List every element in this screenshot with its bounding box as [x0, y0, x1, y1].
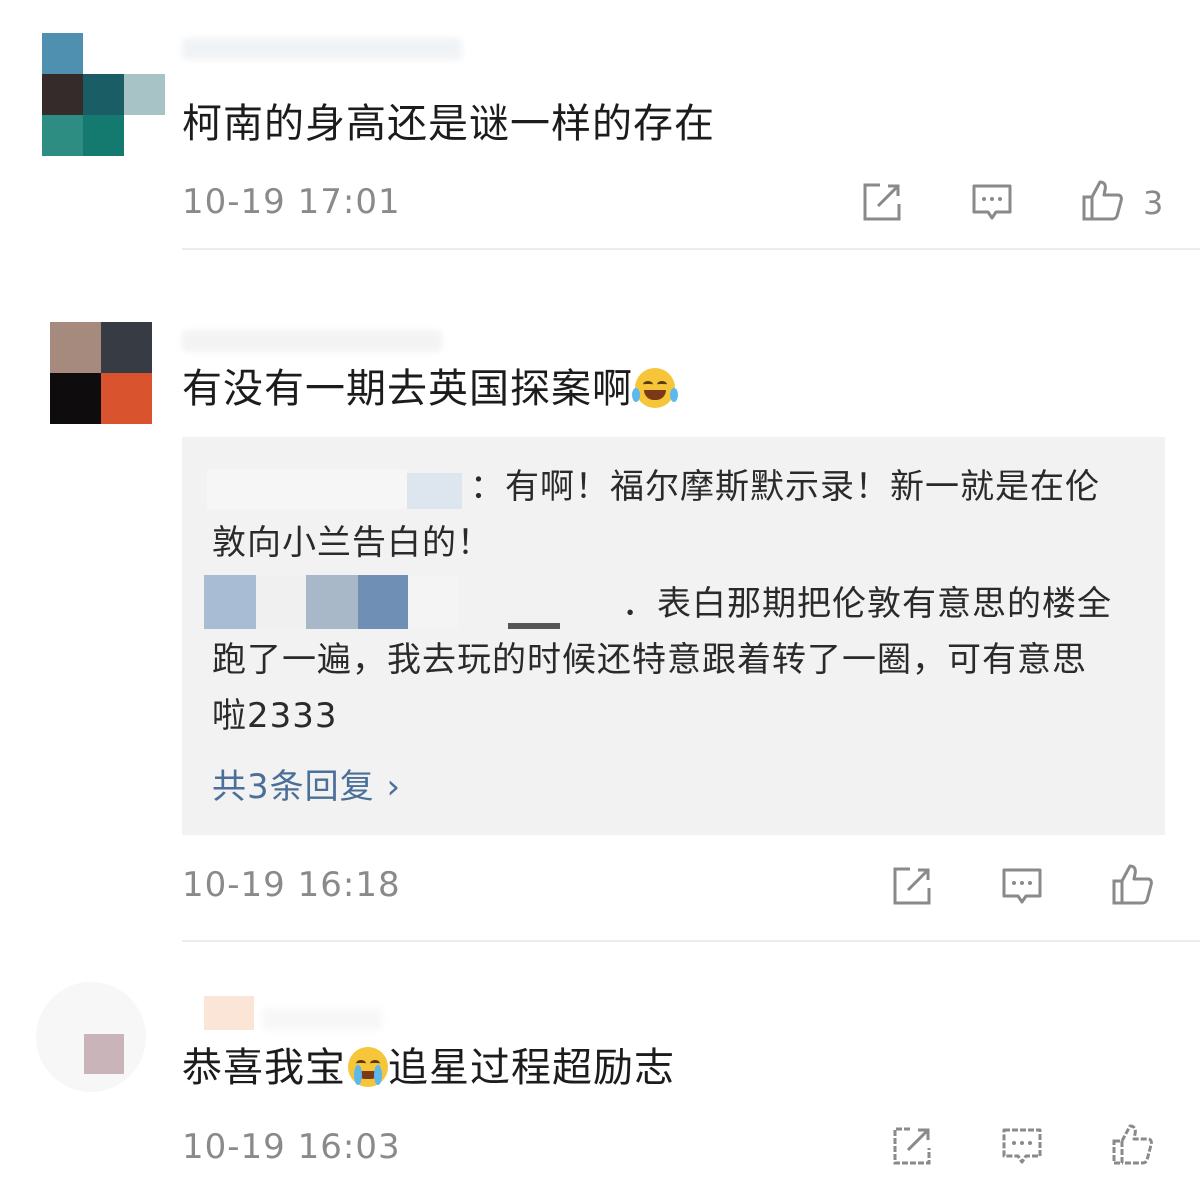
avatar[interactable]	[50, 322, 152, 424]
reply-text: 敦向小兰告白的！	[212, 523, 492, 563]
reply-username-redacted	[256, 575, 306, 629]
reply-username-redacted	[408, 575, 458, 629]
comment-text-before: 恭喜我宝	[182, 1045, 346, 1091]
reply-username-redacted	[508, 623, 560, 629]
reply-text: 跑了一遍，我去玩的时候还特意跟着转了一圈，可有意思	[212, 640, 1087, 680]
comment-text-after: 追星过程超励志	[388, 1045, 675, 1091]
comment-icon[interactable]	[1000, 864, 1044, 908]
avatar[interactable]	[36, 982, 146, 1092]
like-count: 3	[1143, 184, 1164, 222]
comment-icon[interactable]	[1000, 1124, 1044, 1168]
crying-emoji	[348, 1047, 388, 1087]
comment-text: 恭喜我宝 追星过程超励志	[182, 1044, 675, 1092]
divider	[182, 940, 1200, 942]
share-icon[interactable]	[890, 1124, 934, 1168]
share-icon[interactable]	[860, 180, 904, 224]
avatar[interactable]	[42, 33, 166, 157]
comment-timestamp: 10-19 16:03	[182, 1127, 401, 1167]
view-all-replies-link[interactable]: 共3条回复 ›	[212, 759, 401, 808]
comment-timestamp: 10-19 16:18	[182, 865, 401, 905]
comment-item: 有没有一期去英国探案啊 ：有啊！福尔摩斯默示录！新一就是在伦 敦向小兰告白的！ …	[0, 252, 1200, 944]
share-icon[interactable]	[890, 864, 934, 908]
username-redacted	[204, 996, 254, 1030]
like-icon[interactable]	[1110, 1122, 1154, 1166]
comment-item: 恭喜我宝 追星过程超励志 10-19 16:03	[0, 944, 1200, 1199]
reply-username-redacted	[407, 473, 462, 509]
reply-username-redacted	[306, 575, 358, 629]
username-redacted	[182, 330, 442, 352]
reply-username-redacted	[207, 469, 407, 509]
reply-text: ：有啊！福尔摩斯默示录！新一就是在伦	[470, 467, 1100, 507]
divider	[182, 248, 1200, 250]
laugh-cry-emoji	[632, 368, 678, 408]
username-redacted	[262, 1008, 382, 1030]
like-icon[interactable]	[1080, 178, 1124, 222]
comment-text: 有没有一期去英国探案啊	[182, 365, 678, 413]
reply-text: 啦2333	[212, 696, 338, 736]
reply-text: ．表白那期把伦敦有意思的楼全	[622, 584, 1112, 624]
reply-preview-box[interactable]: ：有啊！福尔摩斯默示录！新一就是在伦 敦向小兰告白的！ ．表白那期把伦敦有意思的…	[182, 437, 1165, 835]
comment-icon[interactable]	[970, 180, 1014, 224]
like-icon[interactable]	[1110, 862, 1154, 906]
username-redacted	[182, 38, 462, 60]
comment-text: 柯南的身高还是谜一样的存在	[182, 101, 715, 147]
reply-username-redacted	[204, 575, 256, 629]
comment-text-content: 有没有一期去英国探案啊	[182, 366, 633, 412]
reply-username-redacted	[358, 575, 408, 629]
comment-timestamp: 10-19 17:01	[182, 182, 401, 222]
comment-item: 柯南的身高还是谜一样的存在 10-19 17:01 3	[0, 0, 1200, 252]
